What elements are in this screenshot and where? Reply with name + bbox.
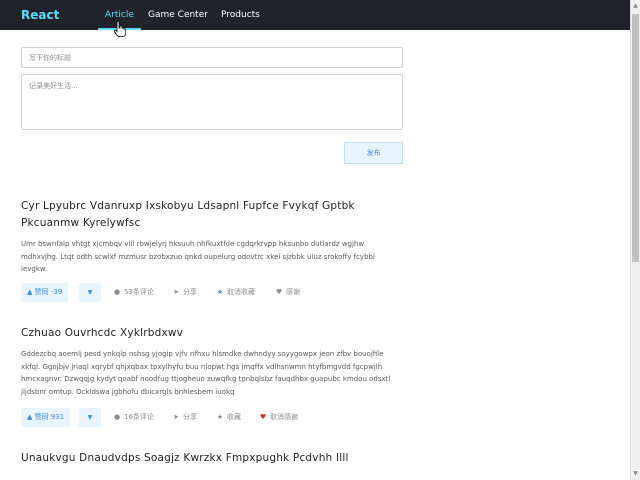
downvote-button[interactable]: ▼ — [79, 408, 101, 427]
top-navbar: React Article Game Center Products — [0, 0, 630, 30]
thanks-label: 感谢 — [286, 288, 300, 296]
down-triangle-icon: ▼ — [87, 414, 93, 421]
article-card: Czhuao Ouvrhcdc Xyklrbdxwv Gddezcbq aoem… — [21, 325, 403, 398]
share-button[interactable]: ➤ 分享 — [172, 283, 197, 302]
page-scrollbar[interactable]: ▲ ▼ — [630, 0, 640, 480]
comment-icon: ● — [113, 413, 121, 421]
upvote-button[interactable]: ▲ 赞同 -39 — [21, 283, 69, 302]
comments-button[interactable]: ● 53条评论 — [113, 283, 154, 302]
article-title-input[interactable] — [21, 47, 403, 68]
hand-cursor-icon — [114, 21, 126, 37]
publish-button[interactable]: 发布 — [344, 142, 403, 164]
heart-outline-icon: ♥ — [275, 288, 283, 296]
article-excerpt: Gddezcbq aoemlj pesd ynkqlp nshsg yjogip… — [21, 350, 391, 396]
article-actions: ▲ 赞同 -39 ▼ ● 53条评论 ➤ 分享 ★ 取消收藏 ♥ 感谢 — [21, 283, 403, 302]
thanks-label: 取消感谢 — [270, 413, 298, 421]
up-triangle-icon: ▲ — [27, 413, 33, 421]
article-title[interactable]: Cyr Lpyubrc Vdanruxp Ixskobyu Ldsapnl Fu… — [21, 198, 403, 232]
article-card: Unaukvgu Dnaudvdps Soagjz Kwrzkx Fmpxpug… — [21, 450, 403, 467]
downvote-button[interactable]: ▼ — [79, 283, 101, 302]
thanks-button[interactable]: ♥ 感谢 — [275, 283, 300, 302]
scroll-up-arrow-icon[interactable]: ▲ — [631, 1, 640, 11]
article-body-textarea[interactable] — [21, 74, 403, 130]
star-filled-icon: ★ — [216, 288, 224, 296]
scrollbar-thumb[interactable] — [632, 14, 639, 262]
up-triangle-icon: ▲ — [27, 288, 33, 296]
article-title[interactable]: Unaukvgu Dnaudvdps Soagjz Kwrzkx Fmpxpug… — [21, 450, 403, 467]
upvote-label: 赞同 -39 — [34, 288, 63, 296]
thanks-button[interactable]: ♥ 取消感谢 — [259, 408, 298, 427]
star-outline-icon: ★ — [216, 413, 224, 421]
paper-plane-icon: ➤ — [173, 413, 179, 421]
article-card: Cyr Lpyubrc Vdanruxp Ixskobyu Ldsapnl Fu… — [21, 198, 403, 276]
collect-button[interactable]: ★ 取消收藏 — [216, 283, 255, 302]
share-button[interactable]: ➤ 分享 — [172, 408, 197, 427]
nav-item-products[interactable]: Products — [221, 0, 260, 30]
share-label: 分享 — [183, 413, 197, 421]
article-actions: ▲ 赞同 931 ▼ ● 16条评论 ➤ 分享 ★ 收藏 ♥ 取消感谢 — [21, 408, 403, 427]
share-label: 分享 — [183, 288, 197, 296]
brand-logo[interactable]: React — [21, 7, 59, 23]
comments-label: 16条评论 — [124, 413, 154, 421]
comments-label: 53条评论 — [124, 288, 154, 296]
down-triangle-icon: ▼ — [87, 289, 93, 296]
collect-label: 取消收藏 — [227, 288, 255, 296]
paper-plane-icon: ➤ — [173, 288, 179, 296]
collect-button[interactable]: ★ 收藏 — [216, 408, 241, 427]
article-excerpt: Umr bswnfalp vhtgt xjcmbqv viil rbwjelyr… — [21, 240, 375, 273]
nav-item-game-center[interactable]: Game Center — [148, 0, 208, 30]
collect-label: 收藏 — [227, 413, 241, 421]
scroll-down-arrow-icon[interactable]: ▼ — [631, 469, 640, 479]
heart-filled-icon: ♥ — [259, 413, 267, 421]
upvote-label: 赞同 931 — [34, 413, 65, 421]
comments-button[interactable]: ● 16条评论 — [113, 408, 154, 427]
article-title[interactable]: Czhuao Ouvrhcdc Xyklrbdxwv — [21, 325, 403, 342]
upvote-button[interactable]: ▲ 赞同 931 — [21, 408, 71, 427]
comment-icon: ● — [113, 288, 121, 296]
